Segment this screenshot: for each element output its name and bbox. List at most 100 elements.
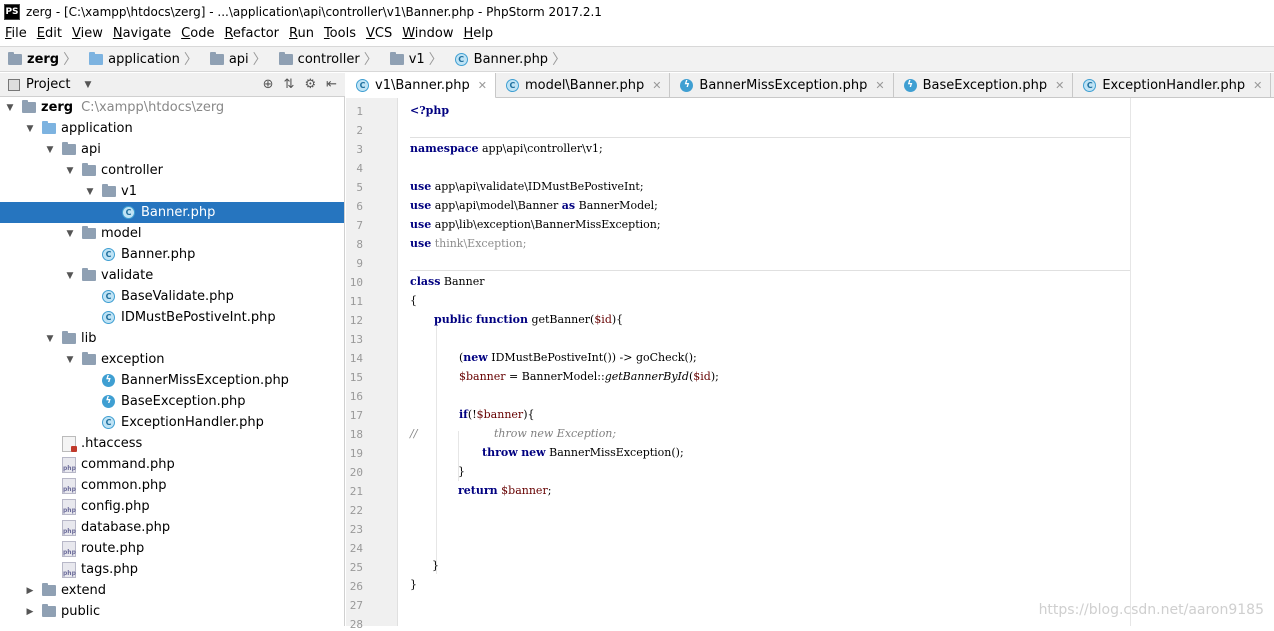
code-line-6: use app\api\model\Banner as BannerModel;	[410, 199, 658, 212]
editor-tab[interactable]: ϟ BaseException.php ✕	[894, 73, 1074, 97]
editor-tab[interactable]: Cmodel\Banner.php ✕	[496, 73, 671, 97]
close-icon[interactable]: ✕	[1253, 79, 1262, 92]
close-icon[interactable]: ✕	[478, 79, 487, 92]
breadcrumb-item-zerg[interactable]: zerg 〉	[0, 49, 81, 69]
tree-item[interactable]: ▼ model	[0, 223, 344, 244]
editor-tab[interactable]: C ExceptionHandler.php ✕	[1073, 73, 1272, 97]
menu-help[interactable]: Help	[459, 23, 499, 44]
tree-item[interactable]: ▼ validate	[0, 265, 344, 286]
chevron-down-icon[interactable]: ▼	[64, 271, 76, 281]
menu-window[interactable]: Window	[397, 23, 458, 44]
breadcrumb-item-banner-php[interactable]: C Banner.php 〉	[447, 49, 570, 69]
tree-item[interactable]: config.php	[0, 496, 344, 517]
exception-class-icon: ϟ	[680, 78, 694, 92]
tree-item[interactable]: route.php	[0, 538, 344, 559]
menu-navigate[interactable]: Navigate	[108, 23, 176, 44]
php-file-icon	[62, 561, 76, 578]
tree-item[interactable]: common.php	[0, 475, 344, 496]
folder-icon	[82, 352, 96, 365]
chevron-down-icon[interactable]: ▼	[4, 103, 16, 113]
tree-item-label: database.php	[81, 520, 171, 535]
scroll-from-source-icon[interactable]: ⊕	[263, 77, 274, 92]
exception-class-icon: ϟ	[102, 374, 115, 387]
line-number: 10	[349, 276, 363, 289]
tree-item[interactable]: C Banner.php	[0, 244, 344, 265]
collapse-all-icon[interactable]: ⇅	[284, 77, 295, 92]
method-separator	[410, 270, 1130, 271]
line-number: 3	[356, 143, 363, 156]
php-file-icon	[62, 540, 76, 557]
tree-item[interactable]: C Banner.php	[0, 202, 344, 223]
chevron-down-icon[interactable]: ▼	[24, 124, 36, 134]
tree-item-label: route.php	[81, 541, 145, 556]
tree-item[interactable]: C IDMustBePostiveInt.php	[0, 307, 344, 328]
code-editor[interactable]: <?php namespace app\api\controller\v1; u…	[398, 98, 1274, 626]
folder-icon	[89, 51, 104, 65]
project-view-selector[interactable]: Project	[26, 77, 70, 92]
line-number: 6	[356, 200, 363, 213]
tree-item-label: lib	[81, 331, 97, 346]
chevron-right-icon[interactable]: ▶	[24, 586, 36, 596]
menu-run[interactable]: Run	[284, 23, 319, 44]
tree-item[interactable]: database.php	[0, 517, 344, 538]
tab-label: BannerMissException.php	[699, 77, 868, 93]
editor-tab[interactable]: Cv1\Banner.php ✕	[346, 73, 496, 99]
tree-item[interactable]: ▼ zerg C:\xampp\htdocs\zerg	[0, 97, 344, 118]
tree-item[interactable]: ▼ v1	[0, 181, 344, 202]
tree-item[interactable]: ▶ public	[0, 601, 344, 622]
menu-vcs[interactable]: VCS	[361, 23, 397, 44]
menu-edit[interactable]: Edit	[32, 23, 67, 44]
tree-item[interactable]: .htaccess	[0, 433, 344, 454]
chevron-down-icon[interactable]: ▼	[44, 145, 56, 155]
chevron-down-icon[interactable]: ▼	[84, 80, 91, 90]
menu-refactor[interactable]: Refactor	[219, 23, 284, 44]
exception-class-icon: ϟ	[102, 395, 115, 408]
code-line-12: public function getBanner($id){	[434, 313, 624, 326]
chevron-down-icon[interactable]: ▼	[84, 187, 96, 197]
tree-item-label: tags.php	[81, 562, 138, 577]
tree-item[interactable]: tags.php	[0, 559, 344, 580]
project-icon	[8, 78, 20, 91]
breadcrumb-item-controller[interactable]: controller 〉	[271, 49, 382, 69]
php-class-icon: C	[102, 311, 115, 324]
editor-tab[interactable]: ϟ BannerMissException.php ✕	[670, 73, 894, 97]
project-path: C:\xampp\htdocs\zerg	[81, 100, 225, 115]
breadcrumb-item-api[interactable]: api 〉	[202, 49, 271, 69]
chevron-right-icon[interactable]: ▶	[24, 607, 36, 617]
close-icon[interactable]: ✕	[1055, 79, 1064, 92]
menu-tools[interactable]: Tools	[319, 23, 361, 44]
tree-item[interactable]: ▼ exception	[0, 349, 344, 370]
tree-item[interactable]: ▼ lib	[0, 328, 344, 349]
chevron-down-icon[interactable]: ▼	[64, 355, 76, 365]
menu-file[interactable]: File	[0, 23, 32, 44]
chevron-down-icon[interactable]: ▼	[44, 334, 56, 344]
chevron-down-icon[interactable]: ▼	[64, 229, 76, 239]
tree-item[interactable]: ▼ api	[0, 139, 344, 160]
close-icon[interactable]: ✕	[875, 79, 884, 92]
hide-panel-icon[interactable]: ⇤	[326, 77, 337, 92]
tree-item[interactable]: ▶ extend	[0, 580, 344, 601]
tree-item[interactable]: ▼ controller	[0, 160, 344, 181]
chevron-down-icon[interactable]: ▼	[64, 166, 76, 176]
tree-item-label: model	[101, 226, 142, 241]
tree-item-label: BaseValidate.php	[121, 289, 234, 304]
folder-icon	[102, 184, 116, 197]
breadcrumb-item-v1[interactable]: v1 〉	[382, 49, 447, 69]
code-line-15: $banner = BannerModel::getBannerById($id…	[459, 370, 719, 383]
menu-code[interactable]: Code	[176, 23, 219, 44]
tree-item[interactable]: ϟ BaseException.php	[0, 391, 344, 412]
tree-item[interactable]: ▼ application	[0, 118, 344, 139]
project-panel-tools: ⊕ ⇅ ⚙ ⇤	[263, 77, 337, 92]
gear-icon[interactable]: ⚙	[304, 77, 316, 92]
tree-item[interactable]: ϟ BannerMissException.php	[0, 370, 344, 391]
window-title: zerg - [C:\xampp\htdocs\zerg] - ...\appl…	[26, 4, 602, 19]
tree-item[interactable]: C ExceptionHandler.php	[0, 412, 344, 433]
line-number: 26	[349, 580, 363, 593]
line-number: 23	[349, 523, 363, 536]
code-line-11: {	[410, 294, 417, 307]
close-icon[interactable]: ✕	[652, 79, 661, 92]
menu-view[interactable]: View	[67, 23, 108, 44]
tree-item[interactable]: command.php	[0, 454, 344, 475]
tree-item[interactable]: C BaseValidate.php	[0, 286, 344, 307]
breadcrumb-item-application[interactable]: application 〉	[81, 49, 202, 69]
